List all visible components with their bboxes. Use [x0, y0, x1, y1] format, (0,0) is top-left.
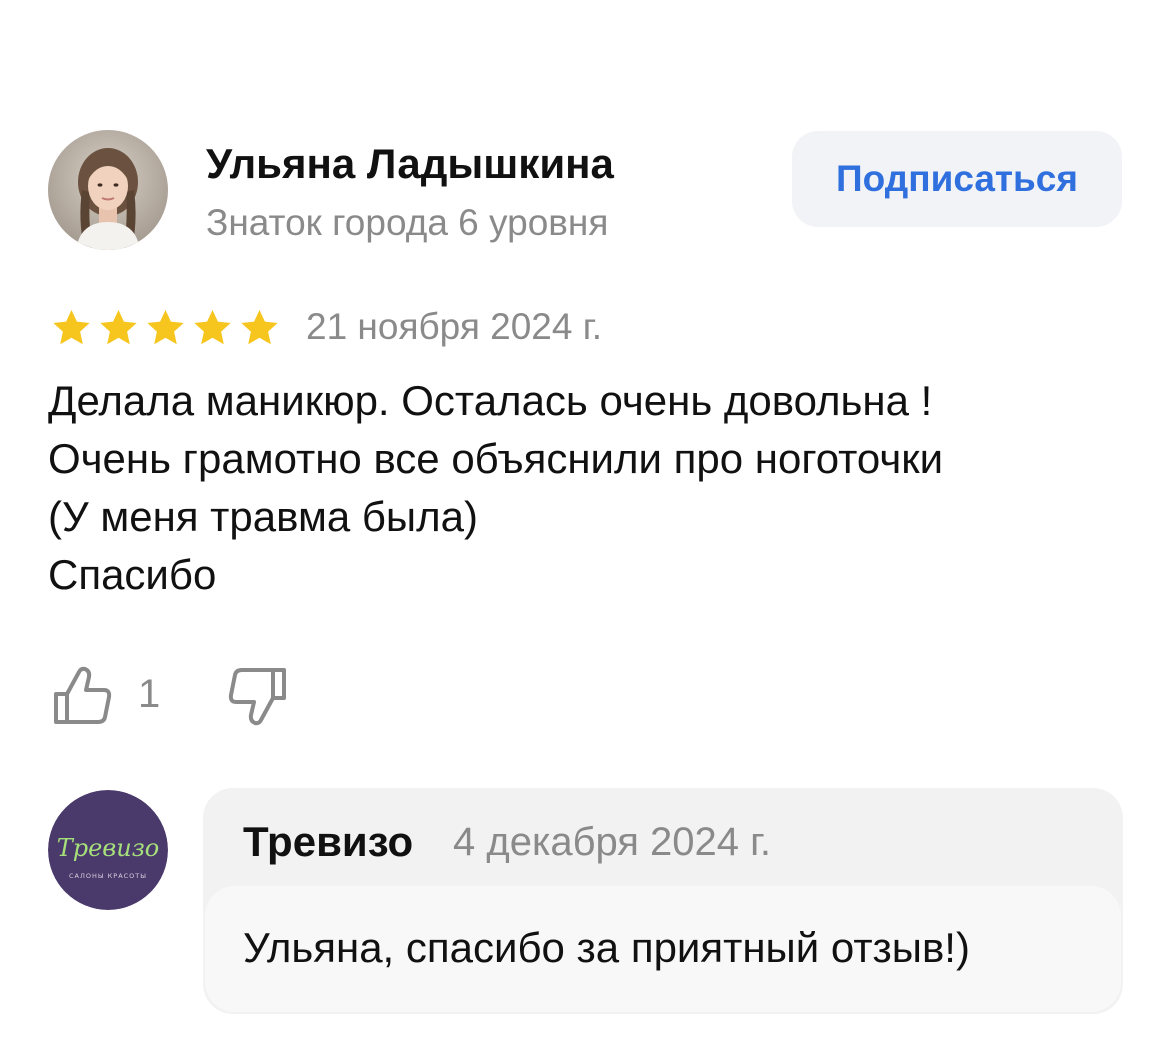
logo-tagline: САЛОНЫ КРАСОТЫ — [69, 872, 147, 880]
star-rating — [48, 306, 283, 350]
review-text-line: Очень грамотно все объяснили про ноготоч… — [48, 435, 944, 482]
author-level: Знаток города 6 уровня — [206, 202, 609, 243]
star-icon — [100, 310, 137, 345]
like-count: 1 — [138, 672, 161, 716]
author-avatar[interactable] — [48, 130, 168, 250]
logo-script-text: Тревизо — [57, 834, 160, 862]
star-icon — [147, 310, 184, 345]
thumbs-down-icon — [228, 668, 286, 726]
review-text-line: Делала маникюр. Осталась очень довольна … — [48, 377, 933, 424]
review-date: 21 ноября 2024 г. — [306, 306, 602, 347]
review-text-line: Спасибо — [48, 551, 217, 598]
star-icon — [241, 310, 278, 345]
like-button[interactable] — [52, 664, 114, 728]
reply-date: 4 декабря 2024 г. — [453, 820, 771, 864]
star-icon — [53, 310, 90, 345]
reply-message: Ульяна, спасибо за приятный отзыв!) — [205, 886, 1121, 1012]
business-reply: Тревизо 4 декабря 2024 г. Ульяна, спасиб… — [203, 788, 1123, 1014]
subscribe-button[interactable]: Подписаться — [792, 131, 1122, 227]
review-text-line: (У меня травма была) — [48, 493, 478, 540]
reply-text: Ульяна, спасибо за приятный отзыв!) — [243, 924, 970, 971]
reply-author[interactable]: Тревизо — [243, 818, 413, 866]
author-name[interactable]: Ульяна Ладышкина — [206, 140, 614, 188]
dislike-button[interactable] — [224, 664, 288, 728]
star-icon — [194, 310, 231, 345]
user-photo-avatar-icon — [48, 130, 168, 250]
salon-logo-icon: Тревизо САЛОНЫ КРАСОТЫ — [48, 790, 168, 910]
thumbs-up-icon — [54, 666, 112, 724]
review-text: Делала маникюр. Осталась очень довольна … — [48, 372, 1138, 604]
business-logo[interactable]: Тревизо САЛОНЫ КРАСОТЫ — [48, 790, 168, 910]
